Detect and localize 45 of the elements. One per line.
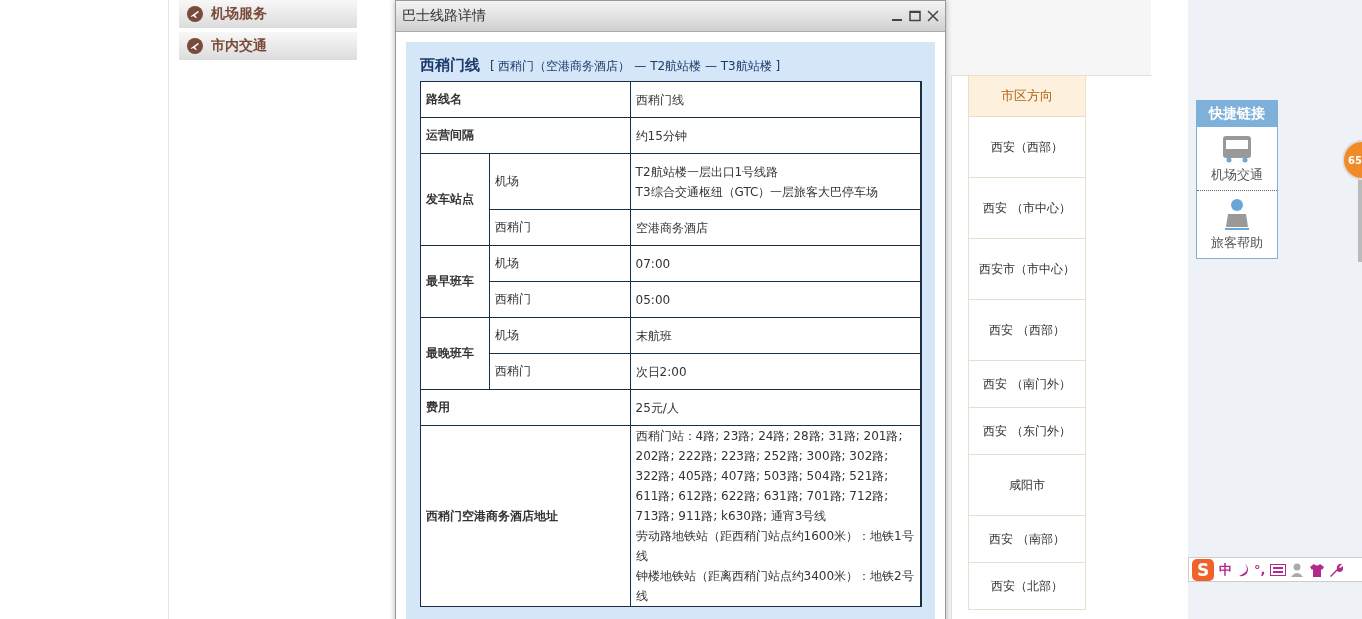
- table-cell: 西安市（市中心）: [969, 239, 1085, 300]
- row-label: 路线名: [420, 81, 631, 118]
- row-label: 最晚班车: [420, 317, 490, 390]
- table-cell: 西安（北部）: [969, 563, 1085, 610]
- count-badge: 65: [1342, 140, 1362, 180]
- sub-label: 西稍门: [489, 281, 631, 318]
- row-label: 最早班车: [420, 245, 490, 318]
- plane-icon: [187, 38, 203, 54]
- sub-label: 西稍门: [489, 209, 631, 246]
- table-cell: 西安 （南门外）: [969, 361, 1085, 408]
- table-cell: 西安 （东门外）: [969, 408, 1085, 455]
- punctuation-mode[interactable]: °,: [1254, 562, 1266, 577]
- quick-link[interactable]: 旅客帮助: [1197, 190, 1277, 258]
- route-name: 西稍门线: [420, 56, 480, 75]
- bus-icon: [1222, 135, 1252, 163]
- sub-label: 机场: [489, 317, 631, 354]
- input-mode[interactable]: 中: [1219, 560, 1232, 579]
- keyboard-icon[interactable]: [1270, 563, 1287, 576]
- table-cell: 西安 （西部）: [969, 300, 1085, 361]
- table-cell: 西安 （市中心）: [969, 178, 1085, 239]
- table-cell: 西安 （南部）: [969, 516, 1085, 563]
- sidebar-item[interactable]: 机场服务: [179, 0, 357, 28]
- sub-label: 机场: [489, 153, 631, 210]
- plane-icon: [187, 6, 203, 22]
- row-label: 西稍门空港商务酒店地址: [420, 425, 631, 607]
- ime-logo[interactable]: S: [1192, 558, 1214, 581]
- maximize-icon[interactable]: [909, 10, 921, 22]
- person-icon: [1223, 199, 1251, 231]
- sub-label: 西稍门: [489, 353, 631, 390]
- sub-label: 机场: [489, 245, 631, 282]
- panel-title: 快捷链接: [1197, 101, 1277, 127]
- sidebar-item[interactable]: 市内交通: [179, 32, 357, 60]
- table-cell: 西安（西部）: [969, 117, 1085, 178]
- quick-link[interactable]: 机场交通: [1197, 127, 1277, 190]
- wrench-icon[interactable]: [1329, 562, 1344, 577]
- shirt-icon[interactable]: [1310, 562, 1325, 577]
- table-cell: 咸阳市: [969, 455, 1085, 516]
- close-icon[interactable]: [927, 10, 939, 22]
- row-value: 西稍门线: [630, 81, 921, 118]
- row-label: 发车站点: [420, 153, 490, 246]
- column-header: 市区方向: [969, 76, 1085, 117]
- dialog-title: 巴士线路详情: [402, 7, 487, 25]
- row-label: 运营间隔: [420, 117, 631, 154]
- route-path: [ 西稍门（空港商务酒店） — T2航站楼 — T3航站楼 ]: [490, 58, 781, 75]
- row-label: 费用: [420, 389, 631, 426]
